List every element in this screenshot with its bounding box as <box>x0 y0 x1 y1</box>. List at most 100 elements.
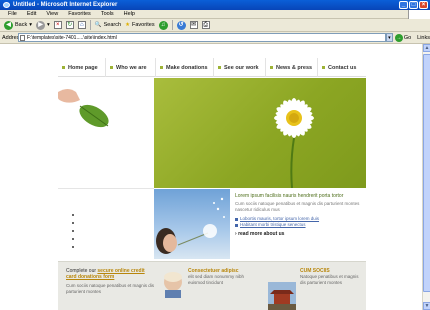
back-label: Back <box>15 22 28 28</box>
about-link-2-label: Habitant morbi tristique senectus <box>240 222 306 227</box>
child-dandelion-photo <box>154 189 230 259</box>
mail-button[interactable]: ✉ <box>188 19 200 31</box>
menu-file[interactable]: File <box>3 10 22 18</box>
bullet-list <box>58 188 154 258</box>
toolbar-separator <box>89 20 91 30</box>
nav-news-press[interactable]: News & press <box>266 58 318 77</box>
scroll-thumb[interactable] <box>423 54 430 292</box>
list-bullet <box>72 222 74 224</box>
maximize-button[interactable]: □ <box>409 1 418 9</box>
home-button[interactable]: ⌂ <box>76 19 88 31</box>
about-lead: Lorem ipsum facilisis nauris hendrerit p… <box>235 193 344 199</box>
projects-body: Natoque penatibus et magnis dis parturie… <box>300 274 359 285</box>
toolbar: ◀ Back ▾ ▶ ▾ × ↻ ⌂ 🔍 Search ★ Favorites … <box>0 19 430 32</box>
list-bullet <box>72 246 74 248</box>
scroll-up-button[interactable]: ▲ <box>423 44 430 52</box>
bullet-icon <box>235 223 238 227</box>
minimize-button[interactable]: _ <box>399 1 408 9</box>
refresh-button[interactable]: ↻ <box>64 19 76 31</box>
news-column: Consectetuer adipisc elit sed diam nonum… <box>162 268 260 310</box>
news-body: elit sed diam nonummy nibh euismod tinci… <box>188 274 245 285</box>
hand-leaf-image <box>58 78 154 188</box>
donation-column: Complete our secure online credit card d… <box>66 268 156 310</box>
menu-view[interactable]: View <box>41 10 63 18</box>
pagoda-photo <box>268 282 296 310</box>
address-dropdown-button[interactable]: ▾ <box>385 33 393 42</box>
site-nav: Home page Who we are Make donations See … <box>58 58 366 77</box>
nav-see-our-work[interactable]: See our work <box>214 58 266 77</box>
charity-website: Home page Who we are Make donations See … <box>58 58 366 310</box>
print-icon: ⎙ <box>201 21 210 29</box>
baby-photo <box>164 272 182 298</box>
bullet-icon <box>270 66 273 69</box>
print-button[interactable]: ⎙ <box>200 19 212 31</box>
windows-logo-icon <box>408 10 430 19</box>
bullet-icon <box>62 66 65 69</box>
nav-who-we-are[interactable]: Who we are <box>106 58 156 77</box>
bullet-icon <box>110 66 113 69</box>
search-label: Search <box>103 22 122 28</box>
back-button[interactable]: ◀ Back ▾ <box>2 19 34 31</box>
nav-contact-us-label: Contact us <box>328 64 357 71</box>
page-viewport: Home page Who we are Make donations See … <box>0 44 422 310</box>
nav-make-donations-label: Make donations <box>166 64 208 71</box>
toolbar-separator <box>171 20 173 30</box>
search-button[interactable]: 🔍 Search <box>93 19 123 31</box>
read-more-link[interactable]: › read more about us <box>235 231 363 237</box>
menu-tools[interactable]: Tools <box>96 10 119 18</box>
address-value: F:\templates\site-7401.....\site\index.h… <box>27 35 117 41</box>
nav-home-label: Home page <box>68 64 98 71</box>
menu-help[interactable]: Help <box>119 10 140 18</box>
vertical-scrollbar[interactable]: ▲ ▼ <box>422 44 430 310</box>
menu-favorites[interactable]: Favorites <box>63 10 96 18</box>
stop-button[interactable]: × <box>52 19 64 31</box>
favorites-label: Favorites <box>132 22 155 28</box>
page-icon <box>20 35 25 41</box>
window-title: Untitled - Microsoft Internet Explorer <box>13 2 118 8</box>
nav-who-we-are-label: Who we are <box>116 64 147 71</box>
address-label: Address <box>2 34 23 41</box>
bullet-icon <box>235 217 238 221</box>
menu-edit[interactable]: Edit <box>22 10 41 18</box>
daisy-hero-image <box>154 78 366 189</box>
list-bullet <box>72 230 74 232</box>
close-button[interactable]: × <box>419 1 428 9</box>
bullet-icon <box>218 66 221 69</box>
bottom-section: Complete our secure online credit card d… <box>58 261 366 310</box>
star-icon: ★ <box>125 22 130 28</box>
about-section: Lorem ipsum facilisis nauris hendrerit p… <box>235 193 363 259</box>
read-more-label: read more about us <box>238 231 285 237</box>
mail-icon: ✉ <box>189 21 198 29</box>
list-bullet <box>72 214 74 216</box>
nav-home[interactable]: Home page <box>58 58 106 77</box>
forward-button[interactable]: ▶ ▾ <box>34 19 52 31</box>
go-button[interactable]: → Go <box>394 33 412 42</box>
favorites-button[interactable]: ★ Favorites <box>123 19 157 31</box>
history-icon: ↺ <box>176 20 186 30</box>
media-button[interactable]: ♫ <box>157 19 170 31</box>
bullet-icon <box>160 66 163 69</box>
go-label: Go <box>403 34 412 41</box>
about-link-2[interactable]: Habitant morbi tristique senectus <box>235 222 363 228</box>
home-icon: ⌂ <box>77 21 86 29</box>
donation-body: Cum sociis natoque penatibus et magnis d… <box>66 283 155 294</box>
back-arrow-icon: ◀ <box>4 20 13 30</box>
ie-logo-icon <box>3 2 10 8</box>
scroll-down-button[interactable]: ▼ <box>423 302 430 310</box>
nav-make-donations[interactable]: Make donations <box>156 58 214 77</box>
projects-column: CUM SOCIIS Natoque penatibus et magnis d… <box>268 268 364 310</box>
search-icon: 🔍 <box>94 22 102 28</box>
list-bullet <box>72 238 74 240</box>
address-input[interactable]: F:\templates\site-7401.....\site\index.h… <box>18 33 386 42</box>
history-button[interactable]: ↺ <box>175 19 188 31</box>
links-button[interactable]: Links <box>417 35 430 41</box>
browser-window: Untitled - Microsoft Internet Explorer _… <box>0 0 430 310</box>
stop-icon: × <box>53 21 62 29</box>
go-arrow-icon: → <box>394 33 403 42</box>
about-body: Cum sociis natoque penatibus et magnis d… <box>235 201 360 212</box>
refresh-icon: ↻ <box>65 21 74 29</box>
title-bar: Untitled - Microsoft Internet Explorer _… <box>0 0 430 10</box>
nav-news-press-label: News & press <box>276 64 313 71</box>
menu-bar: File Edit View Favorites Tools Help <box>0 10 430 19</box>
nav-contact-us[interactable]: Contact us <box>318 58 366 77</box>
